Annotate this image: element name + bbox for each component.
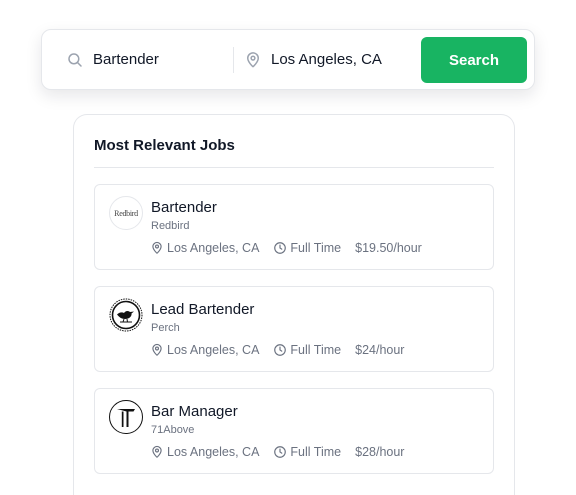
job-location: Los Angeles, CA — [150, 445, 259, 459]
job-pay: $28/hour — [355, 445, 404, 459]
company-name: Perch — [151, 322, 180, 334]
job-pay-text: $24/hour — [355, 343, 405, 357]
company-logo — [109, 400, 143, 434]
job-location-text: Los Angeles, CA — [167, 241, 260, 255]
job-pay-text: $28/hour — [355, 445, 405, 459]
job-type-text: Full Time — [290, 445, 342, 459]
company-logo: Redbird — [109, 196, 143, 230]
company-name: Redbird — [151, 220, 190, 232]
jobs-panel: Most Relevant Jobs Redbird Bartender Red… — [73, 114, 515, 495]
job-title[interactable]: Bar Manager — [151, 403, 238, 420]
job-meta: Los Angeles, CA Full Time $28/hour — [150, 445, 404, 459]
search-button[interactable]: Search — [421, 37, 527, 83]
job-type-text: Full Time — [290, 241, 342, 255]
redbird-logo-text: Redbird — [114, 208, 138, 218]
job-location-text: Los Angeles, CA — [167, 343, 260, 357]
map-pin-icon — [152, 343, 162, 356]
location-field[interactable] — [234, 30, 423, 89]
seventy-one-above-logo-icon — [117, 409, 135, 427]
job-card[interactable]: Redbird Bartender Redbird Los Angeles, C… — [94, 184, 494, 270]
search-icon — [68, 52, 82, 67]
job-location: Los Angeles, CA — [150, 343, 259, 357]
job-card[interactable]: Lead Bartender Perch Los Angeles, CA Ful… — [94, 286, 494, 372]
job-pay: $24/hour — [355, 343, 404, 357]
job-card[interactable]: Bar Manager 71Above Los Angeles, CA Full… — [94, 388, 494, 474]
job-type: Full Time — [273, 445, 341, 459]
clock-icon — [274, 242, 287, 254]
company-logo — [109, 298, 143, 332]
job-location: Los Angeles, CA — [150, 241, 259, 255]
keyword-field[interactable] — [42, 30, 233, 89]
company-name: 71Above — [151, 424, 195, 436]
job-type-text: Full Time — [290, 343, 342, 357]
job-meta: Los Angeles, CA Full Time $24/hour — [150, 343, 404, 357]
job-title[interactable]: Lead Bartender — [151, 301, 254, 318]
job-pay-text: $19.50/hour — [355, 241, 422, 255]
job-meta: Los Angeles, CA Full Time $19.50/hour — [150, 241, 422, 255]
clock-icon — [274, 344, 287, 356]
job-search-bar: Search — [41, 29, 535, 90]
perch-bird-logo-icon — [109, 298, 143, 332]
map-pin-icon — [152, 241, 162, 254]
job-type: Full Time — [273, 241, 341, 255]
panel-title: Most Relevant Jobs — [94, 137, 235, 154]
job-location-text: Los Angeles, CA — [167, 445, 260, 459]
job-type: Full Time — [273, 343, 341, 357]
location-input[interactable] — [271, 51, 411, 68]
clock-icon — [274, 446, 287, 458]
keyword-input[interactable] — [93, 51, 233, 68]
panel-divider — [94, 167, 494, 168]
map-pin-icon — [247, 51, 259, 67]
job-title[interactable]: Bartender — [151, 199, 217, 216]
map-pin-icon — [152, 445, 162, 458]
job-pay: $19.50/hour — [355, 241, 422, 255]
